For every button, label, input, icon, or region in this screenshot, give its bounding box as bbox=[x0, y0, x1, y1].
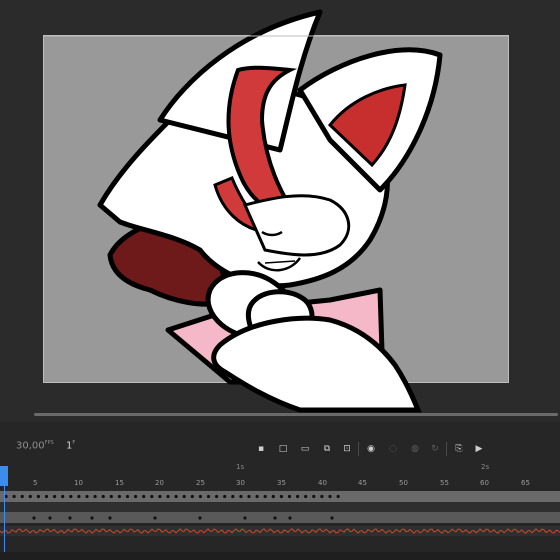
keyframe-dot bbox=[153, 516, 157, 520]
toolbar-divider bbox=[358, 442, 359, 456]
keyframe-dot bbox=[190, 494, 194, 499]
keyframe-dot bbox=[117, 494, 121, 499]
keyframe-dot bbox=[69, 494, 73, 499]
playhead-line bbox=[4, 486, 5, 560]
ruler-label: 35 bbox=[277, 479, 286, 487]
keyframe-dot bbox=[20, 494, 24, 499]
ruler-label: 65 bbox=[521, 479, 530, 487]
keyframe-dot bbox=[44, 494, 49, 499]
keyframe-dot bbox=[231, 494, 235, 499]
keyframe-dot bbox=[198, 516, 202, 520]
keyframe-dot bbox=[125, 494, 130, 499]
keyframe-dot bbox=[53, 494, 57, 499]
keyframe-dot bbox=[101, 494, 105, 499]
fps-readout[interactable]: 30,00FPS bbox=[16, 440, 54, 451]
keyframes[interactable] bbox=[0, 489, 560, 549]
ruler-label: 10 bbox=[74, 479, 83, 487]
keyframe-dot bbox=[85, 494, 89, 499]
edit-multiple-frames-icon[interactable]: ◍ bbox=[408, 442, 422, 456]
ruler-label: 25 bbox=[196, 479, 205, 487]
keyframe-dot bbox=[134, 494, 138, 499]
current-frame-readout[interactable]: 1F bbox=[66, 440, 75, 451]
keyframe-dot bbox=[90, 516, 94, 520]
play-icon[interactable]: ▶ bbox=[472, 442, 486, 456]
keyframe-dot bbox=[288, 516, 292, 520]
keyframe-dot bbox=[198, 494, 202, 499]
keyframe-dot bbox=[273, 516, 277, 520]
keyframe-dot bbox=[287, 494, 292, 499]
character-artwork bbox=[44, 9, 508, 413]
ruler-label: 30 bbox=[236, 479, 245, 487]
ruler-label: 60 bbox=[480, 479, 489, 487]
classic-tween-icon[interactable]: ⊡ bbox=[340, 442, 354, 456]
stage-area[interactable] bbox=[0, 0, 560, 420]
keyframe-dot bbox=[109, 494, 113, 499]
keyframe-dot bbox=[279, 494, 283, 499]
keyframe-dot bbox=[304, 494, 308, 499]
keyframe-dot bbox=[77, 494, 81, 499]
keyframe-dot bbox=[93, 494, 97, 499]
keyframe-dot bbox=[142, 494, 146, 499]
ruler-label: 55 bbox=[440, 479, 449, 487]
keyframe-dot bbox=[48, 516, 52, 520]
audio-waveform bbox=[0, 528, 560, 534]
timeline-panel: 30,00FPS 1F ▪ □ ▭ ⧉ ⊡ ◉ ◌ ◍ ↻ ⎘ ▶ 1s 2s … bbox=[0, 422, 560, 560]
keyframe-dot bbox=[158, 494, 162, 499]
keyframe-dot bbox=[243, 516, 247, 520]
keyframe-dot bbox=[296, 494, 300, 499]
keyframe-dot bbox=[61, 494, 65, 499]
keyframe-dot bbox=[223, 494, 227, 499]
keyframe-dot bbox=[12, 494, 16, 499]
keyframe-dot bbox=[336, 494, 340, 499]
keyframe-dot bbox=[150, 494, 154, 499]
timeline-ruler[interactable]: 1s 2s 5 10 15 20 25 30 35 40 45 50 55 60… bbox=[0, 460, 560, 490]
keyframe-dot bbox=[108, 516, 112, 520]
keyframe-dot bbox=[328, 494, 332, 499]
onion-skin-icon[interactable]: ◉ bbox=[364, 442, 378, 456]
toolbar-divider bbox=[446, 442, 447, 456]
playhead[interactable] bbox=[0, 466, 8, 486]
keyframe-dot bbox=[32, 516, 36, 520]
keyframe-dot bbox=[312, 494, 316, 499]
ruler-label: 20 bbox=[155, 479, 164, 487]
loop-icon[interactable]: ↻ bbox=[428, 442, 442, 456]
keyframe-dot bbox=[263, 494, 267, 499]
stage-scrollbar[interactable] bbox=[34, 413, 558, 416]
ruler-label: 45 bbox=[358, 479, 367, 487]
clear-keyframe-icon[interactable]: ▭ bbox=[298, 442, 312, 456]
onion-skin-outline-icon[interactable]: ◌ bbox=[386, 442, 400, 456]
ruler-label: 40 bbox=[318, 479, 327, 487]
keyframe-dot bbox=[166, 494, 170, 499]
insert-keyframe-icon[interactable]: ▪ bbox=[254, 442, 268, 456]
keyframe-dot bbox=[239, 494, 243, 499]
motion-tween-icon[interactable]: ⧉ bbox=[320, 442, 334, 456]
timeline-scrollbar[interactable] bbox=[0, 552, 560, 560]
keyframe-dot bbox=[215, 494, 219, 499]
ruler-label: 5 bbox=[33, 479, 38, 487]
keyframe-dot bbox=[247, 494, 251, 499]
keyframe-dot bbox=[68, 516, 72, 520]
ruler-label: 15 bbox=[115, 479, 124, 487]
camera-icon[interactable]: ⎘ bbox=[452, 442, 466, 456]
keyframe-dot bbox=[320, 494, 324, 499]
ruler-second-label: 2s bbox=[481, 463, 490, 471]
keyframe-dot bbox=[28, 494, 32, 499]
keyframe-dot bbox=[174, 494, 178, 499]
keyframe-dot bbox=[330, 516, 334, 520]
keyframe-dot bbox=[36, 494, 41, 499]
keyframe-dot bbox=[271, 494, 275, 499]
insert-blank-keyframe-icon[interactable]: □ bbox=[276, 442, 290, 456]
keyframe-dot bbox=[255, 494, 259, 499]
keyframe-dot bbox=[206, 494, 211, 499]
ruler-second-label: 1s bbox=[236, 463, 245, 471]
ruler-label: 50 bbox=[399, 479, 408, 487]
keyframe-dot bbox=[182, 494, 186, 499]
